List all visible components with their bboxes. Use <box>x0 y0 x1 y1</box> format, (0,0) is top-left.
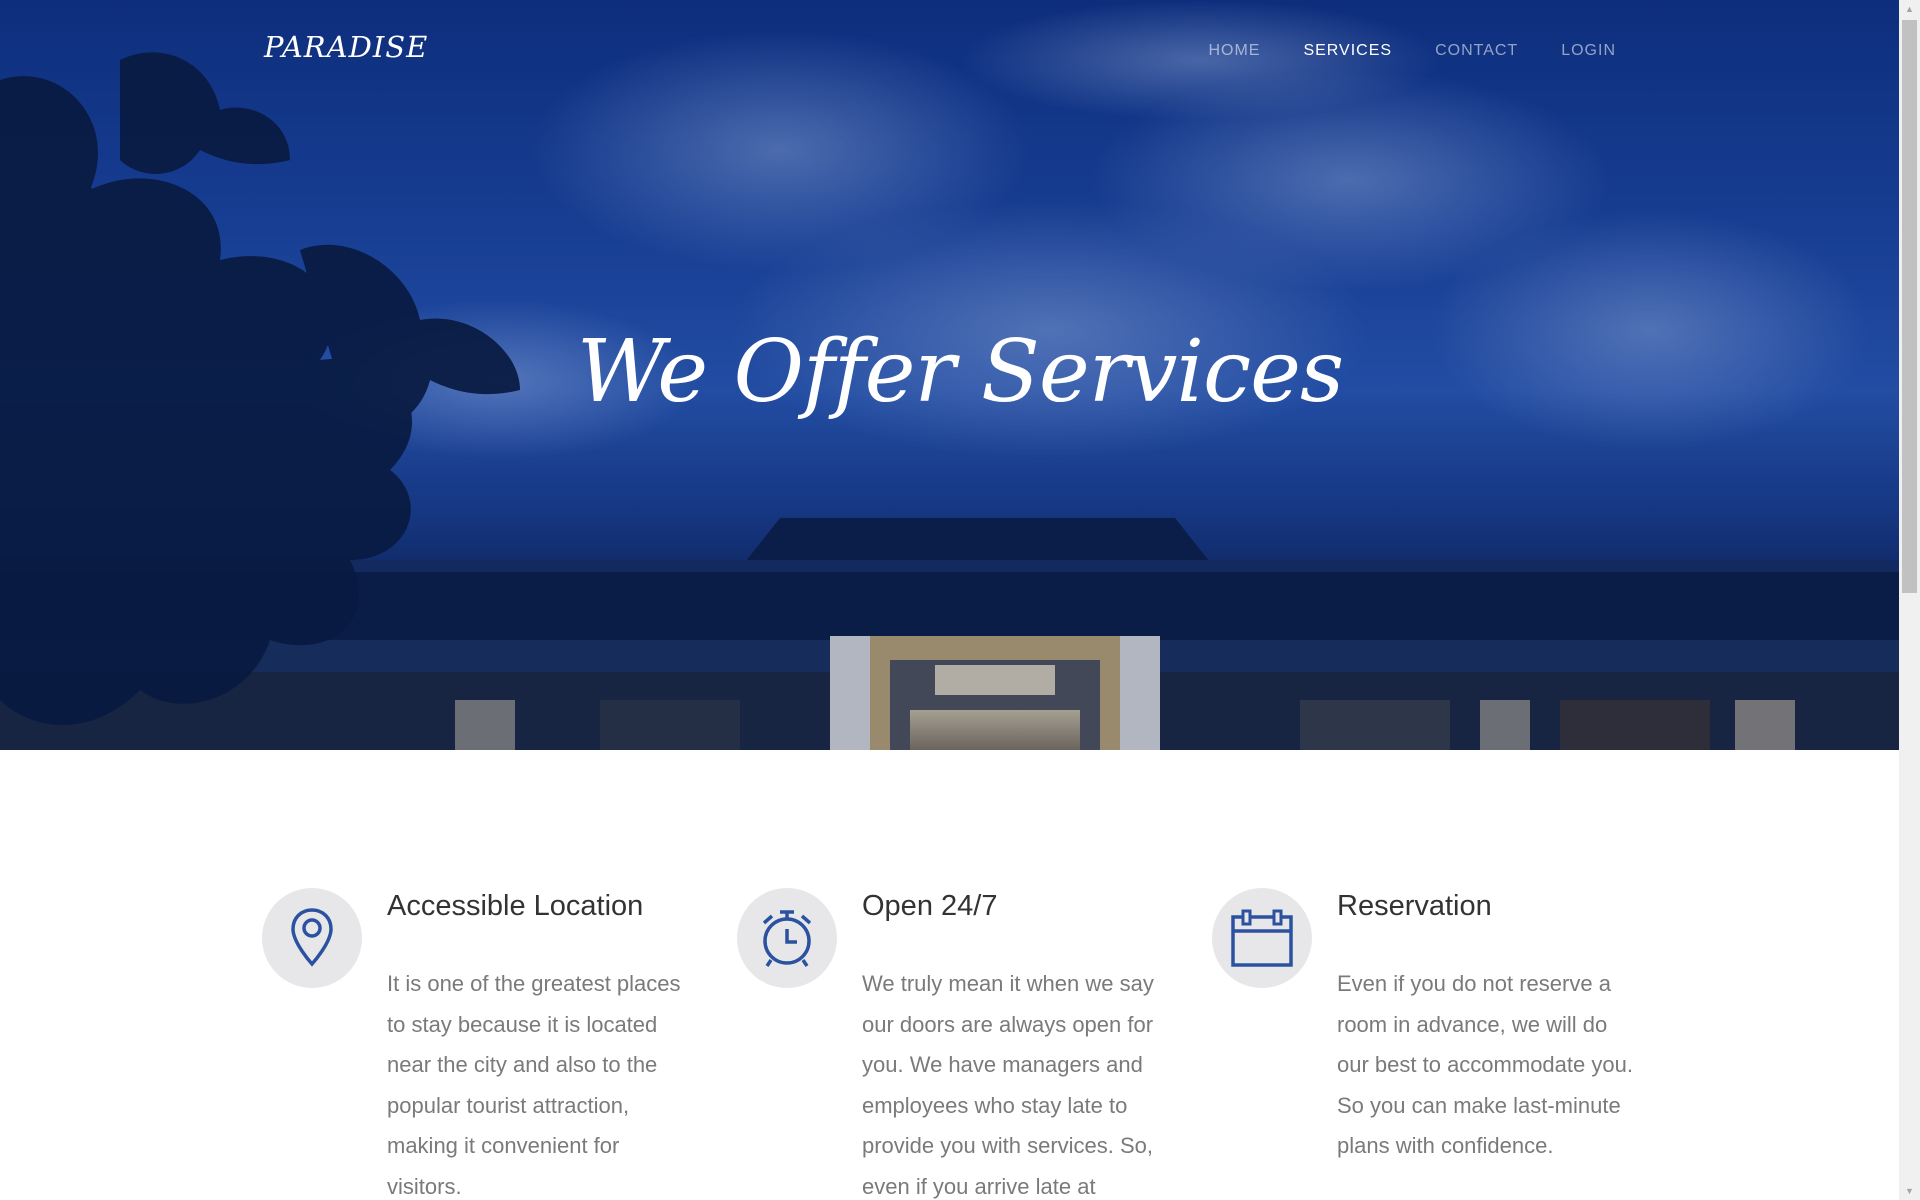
main-nav: HOME SERVICES CONTACT LOGIN <box>1208 42 1616 60</box>
nav-link-services[interactable]: SERVICES <box>1303 42 1392 59</box>
scrollbar-thumb[interactable] <box>1902 20 1917 593</box>
hero-title: We Offer Services <box>576 322 1344 422</box>
service-card-open: Open 24/7 We truly mean it when we say o… <box>737 888 1212 1200</box>
brand-logo[interactable]: PARADISE <box>264 30 428 64</box>
vertical-scrollbar[interactable]: ▲ ▼ <box>1899 0 1920 1200</box>
nav-item-contact: CONTACT <box>1435 42 1518 60</box>
nav-item-login: LOGIN <box>1561 42 1616 60</box>
service-card-reservation: Reservation Even if you do not reserve a… <box>1212 888 1687 1200</box>
scroll-up-arrow-icon[interactable]: ▲ <box>1899 0 1920 18</box>
service-icon-badge <box>262 888 362 988</box>
service-title: Reservation <box>1337 890 1492 922</box>
service-icon-badge <box>737 888 837 988</box>
nav-item-home: HOME <box>1208 42 1260 60</box>
service-description: We truly mean it when we say our doors a… <box>862 971 1154 1199</box>
service-description: Even if you do not reserve a room in adv… <box>1337 971 1633 1158</box>
scroll-down-arrow-icon[interactable]: ▼ <box>1899 1182 1920 1200</box>
page: PARADISE HOME SERVICES CONTACT LOGIN We … <box>0 0 1899 1200</box>
alarm-clock-icon <box>762 910 812 967</box>
services-section: Accessible Location It is one of the gre… <box>262 888 1687 1200</box>
service-card-location: Accessible Location It is one of the gre… <box>262 888 737 1200</box>
nav-item-services: SERVICES <box>1303 42 1392 60</box>
map-pin-icon <box>291 908 333 967</box>
service-title: Open 24/7 <box>862 890 998 922</box>
nav-link-home[interactable]: HOME <box>1208 42 1260 59</box>
hero-banner: PARADISE HOME SERVICES CONTACT LOGIN We … <box>0 0 1899 750</box>
calendar-icon <box>1231 909 1293 967</box>
service-icon-badge <box>1212 888 1312 988</box>
nav-link-contact[interactable]: CONTACT <box>1435 42 1518 59</box>
service-description: It is one of the greatest places to stay… <box>387 971 681 1199</box>
nav-link-login[interactable]: LOGIN <box>1561 42 1616 59</box>
service-title: Accessible Location <box>387 890 644 922</box>
